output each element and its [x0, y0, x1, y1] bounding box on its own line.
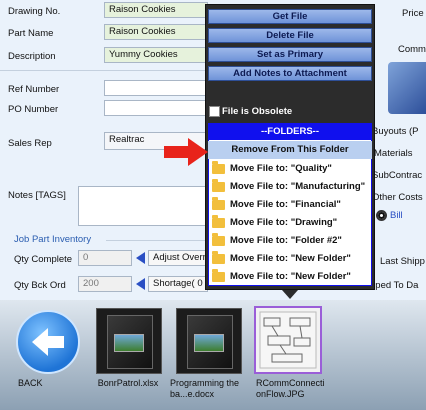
get-file-button[interactable]: Get File: [208, 9, 372, 24]
back-arrow-icon: [32, 328, 64, 356]
inventory-divider: [106, 240, 208, 241]
menu-item-label: Move File to: "New Folder": [230, 271, 351, 282]
part-name-label: Part Name: [8, 28, 54, 39]
image-icon: [194, 334, 224, 352]
qty-bck-ord-field[interactable]: 200: [78, 276, 132, 292]
set-as-primary-button[interactable]: Set as Primary: [208, 47, 372, 62]
red-arrow-icon: [164, 138, 208, 166]
menu-item-label: Move File to: "Drawing": [230, 217, 338, 228]
folder-icon: [212, 215, 225, 228]
menu-item-label: Move File to: "Manufacturing": [230, 181, 366, 192]
menu-item-label: Move File to: "New Folder": [230, 253, 351, 264]
description-field[interactable]: Yummy Cookies: [104, 47, 208, 63]
remove-from-folder-item[interactable]: Remove From This Folder: [208, 141, 372, 159]
section-divider: [0, 70, 208, 71]
file-thumbnail[interactable]: [176, 308, 242, 374]
description-label: Description: [8, 51, 56, 62]
sales-rep-label: Sales Rep: [8, 138, 52, 149]
move-to-folder-2-item[interactable]: Move File to: "Folder #2": [208, 232, 372, 250]
add-notes-to-attachment-button[interactable]: Add Notes to Attachment: [208, 66, 372, 81]
back-label: BACK: [18, 378, 43, 388]
qty-bck-ord-label: Qty Bck Ord: [14, 280, 66, 291]
comm-label: Comm: [398, 44, 426, 55]
move-to-new-folder-item[interactable]: Move File to: "New Folder": [208, 250, 372, 268]
adjust-overrun-button[interactable]: Adjust Overr: [148, 250, 208, 266]
file-name-label: BonrPatrol.xlsx: [97, 378, 159, 388]
folder-icon: [212, 233, 225, 246]
folder-icon: [212, 179, 225, 192]
move-to-financial-item[interactable]: Move File to: "Financial": [208, 196, 372, 214]
other-costs-label: Other Costs: [372, 192, 423, 203]
menu-item-label: Move File to: "Quality": [230, 163, 332, 174]
qty-complete-label: Qty Complete: [14, 254, 73, 265]
shortage-button[interactable]: Shortage( 0: [148, 276, 208, 292]
file-thumbnail[interactable]: [96, 308, 162, 374]
image-icon: [114, 334, 144, 352]
document-icon: [107, 315, 153, 369]
price-label: Price: [402, 8, 424, 19]
materials-label: Materials: [374, 148, 413, 159]
move-to-manufacturing-item[interactable]: Move File to: "Manufacturing": [208, 178, 372, 196]
drawing-no-field[interactable]: Raison Cookies: [104, 2, 208, 18]
delete-file-button[interactable]: Delete File: [208, 28, 372, 43]
file-name-label: RCommConnectionFlow.JPG: [256, 378, 325, 399]
app-image-icon: [388, 62, 426, 114]
selected-file-thumbnail[interactable]: [254, 306, 322, 374]
ref-number-field[interactable]: [104, 80, 208, 96]
qty-complete-field[interactable]: 0: [78, 250, 132, 266]
folder-icon: [212, 197, 225, 210]
buyouts-label: Buyouts (P: [372, 126, 419, 137]
arrow-left-icon[interactable]: [136, 252, 145, 264]
bill-radio-icon[interactable]: [376, 210, 387, 221]
folders-header: --FOLDERS--: [208, 123, 372, 140]
notes-textarea[interactable]: [78, 186, 208, 226]
subcontract-label: SubContrac: [372, 170, 423, 181]
ref-number-label: Ref Number: [8, 84, 60, 95]
last-ship-label: Last Shipp: [380, 256, 425, 267]
file-name-label: Programming the ba...e.docx: [170, 378, 240, 399]
folder-icon: [212, 161, 225, 174]
pped-to-da-label: pped To Da: [370, 280, 419, 291]
menu-item-label: Move File to: "Financial": [230, 199, 341, 210]
folder-icon: [212, 269, 225, 282]
arrow-left-icon[interactable]: [136, 278, 145, 290]
po-number-label: PO Number: [8, 104, 59, 115]
obsolete-label: File is Obsolete: [222, 106, 293, 117]
flowchart-image-icon: [259, 311, 317, 369]
obsolete-checkbox[interactable]: [209, 106, 220, 117]
po-number-field[interactable]: [104, 100, 208, 116]
folder-icon: [212, 251, 225, 264]
part-name-field[interactable]: Raison Cookies: [104, 24, 208, 40]
menu-item-label: Move File to: "Folder #2": [230, 235, 342, 246]
back-button[interactable]: [16, 310, 80, 374]
move-to-drawing-item[interactable]: Move File to: "Drawing": [208, 214, 372, 232]
bill-label[interactable]: Bill: [390, 210, 403, 221]
move-to-new-folder-item[interactable]: Move File to: "New Folder": [208, 268, 372, 286]
document-icon: [187, 315, 233, 369]
drawing-no-label: Drawing No.: [8, 6, 61, 17]
job-part-inventory-label: Job Part Inventory: [14, 234, 92, 245]
notes-label: Notes [TAGS]: [8, 190, 66, 201]
menu-pointer: [282, 290, 298, 299]
move-to-quality-item[interactable]: Move File to: "Quality": [208, 160, 372, 178]
